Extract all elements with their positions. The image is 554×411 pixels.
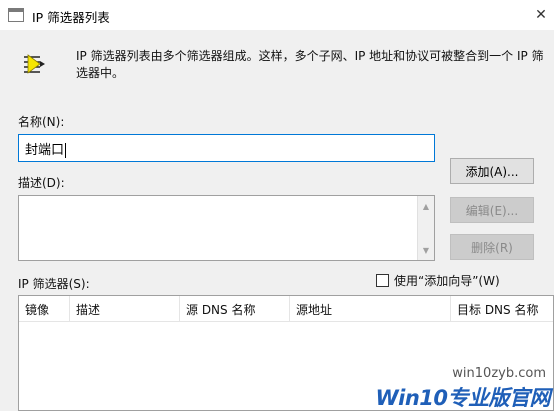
column-header-destination-dns[interactable]: 目标 DNS 名称 — [451, 296, 553, 322]
name-input[interactable]: 封端口 — [18, 134, 435, 162]
description-scrollbar[interactable]: ▲ ▼ — [417, 196, 434, 260]
text-caret — [65, 143, 67, 158]
column-header-mirror[interactable]: 镜像 — [19, 296, 70, 322]
dialog-description: IP 筛选器列表由多个筛选器组成。这样，多个子网、IP 地址和协议可被整合到一个… — [76, 49, 544, 80]
edit-button[interactable]: 编辑(E)... — [450, 197, 534, 223]
watermark-brand: Win10专业版官网 — [375, 386, 550, 410]
column-header-source-dns[interactable]: 源 DNS 名称 — [180, 296, 290, 322]
name-input-value: 封端口 — [25, 143, 65, 158]
window-icon — [8, 8, 24, 22]
watermark: win10zyb.com Win10专业版官网 — [356, 366, 554, 411]
title-bar: IP 筛选器列表 ✕ — [0, 0, 554, 30]
delete-button[interactable]: 删除(R) — [450, 234, 534, 260]
close-button[interactable]: ✕ — [528, 0, 554, 30]
ip-filter-icon — [22, 52, 46, 76]
name-label: 名称(N): — [18, 115, 65, 129]
description-label: 描述(D): — [18, 176, 65, 190]
list-header: 镜像 描述 源 DNS 名称 源地址 目标 DNS 名称 — [19, 296, 553, 322]
use-add-wizard-checkbox[interactable] — [376, 274, 389, 287]
scroll-down-arrow-icon[interactable]: ▼ — [418, 242, 434, 258]
ip-filters-label: IP 筛选器(S): — [18, 277, 90, 291]
add-button[interactable]: 添加(A)... — [450, 158, 534, 184]
window-title: IP 筛选器列表 — [32, 10, 110, 25]
use-add-wizard-option[interactable]: 使用“添加向导”(W) — [376, 272, 500, 289]
column-header-source-address[interactable]: 源地址 — [290, 296, 451, 322]
watermark-url: win10zyb.com — [452, 366, 546, 381]
scroll-up-arrow-icon[interactable]: ▲ — [418, 198, 434, 214]
column-header-description[interactable]: 描述 — [70, 296, 180, 322]
use-add-wizard-label[interactable]: 使用“添加向导”(W) — [394, 272, 500, 289]
description-textarea[interactable]: ▲ ▼ — [18, 195, 435, 261]
